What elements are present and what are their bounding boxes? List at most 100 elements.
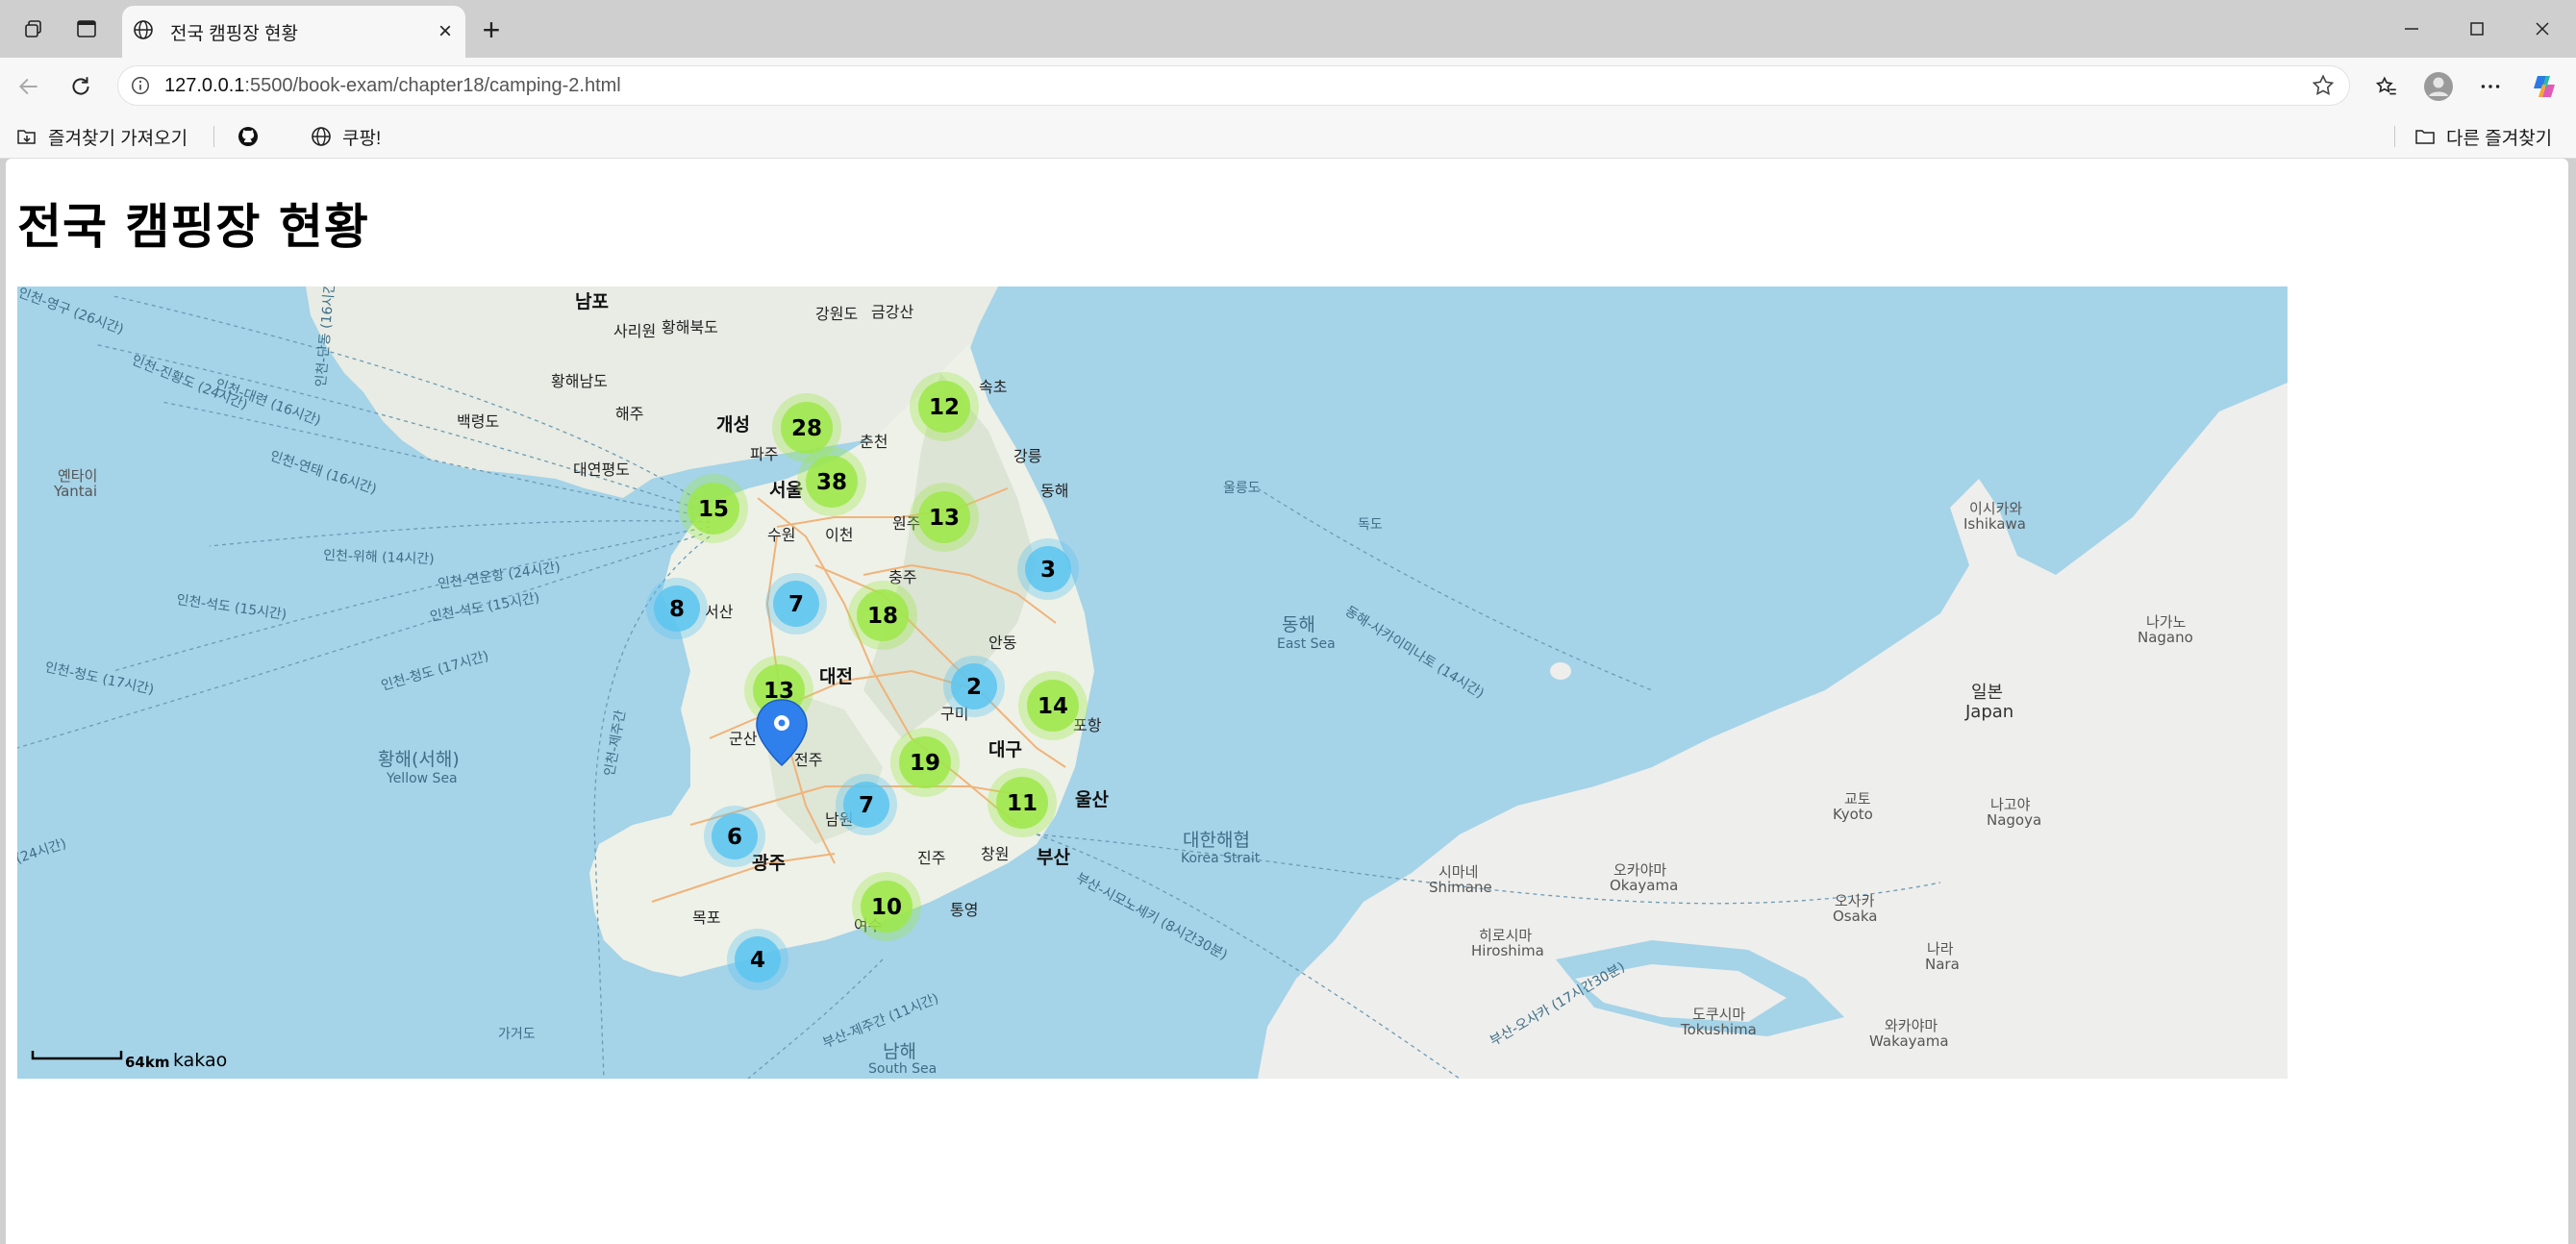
refresh-icon[interactable] [62,67,100,106]
globe-icon [132,18,155,46]
bookmarks-bar [0,115,2576,159]
label-korea-strait: 대한해협 [1183,830,1250,851]
cluster-marker[interactable]: 8 [646,578,708,639]
label-route: 인천-영구 (26시간) [17,286,126,337]
workspaces-icon[interactable] [17,0,52,58]
cluster-count: 3 [1040,558,1056,583]
favorites-icon[interactable] [2367,67,2406,106]
label-hiroshima-en: Hiroshima [1471,942,1544,959]
label-route: (24시간) [17,836,68,867]
label-route: 동해-사카이미나토 (14시간) [1342,604,1487,702]
cluster-marker[interactable]: 2 [943,656,1005,717]
bookmark-coupang[interactable]: 쿠팡! [310,120,381,153]
label-route: 인천-제주간 [602,709,629,777]
bookmark-divider [213,126,214,147]
cluster-count: 28 [791,416,822,441]
cluster-count: 14 [1038,694,1068,719]
minimize-icon[interactable] [2394,0,2429,58]
vertical-tabs-icon[interactable] [69,0,104,58]
label-ulsan: 울산 [1075,789,1109,810]
cluster-marker[interactable]: 11 [988,768,1057,837]
label-okayama-en: Okayama [1610,877,1678,894]
map-canvas[interactable]: 동해 East Sea 황해(서해) Yellow Sea 대한해협 Korea… [17,286,2288,1079]
map-scale-label: 64km [125,1054,169,1071]
cluster-count: 7 [859,793,874,818]
favorite-star-icon[interactable] [2311,73,2336,103]
copilot-icon[interactable] [2525,67,2563,106]
label-busan: 부산 [1037,847,1070,868]
cluster-marker[interactable]: 10 [852,872,921,941]
label-kaesong: 개성 [716,414,750,435]
cluster-count: 7 [788,592,804,617]
map-scale: 64km [31,1051,169,1071]
cluster-marker[interactable]: 12 [910,372,979,441]
label-wakayama-en: Wakayama [1869,1033,1949,1050]
url-text: 127.0.0.1:5500/book-exam/chapter18/campi… [164,75,621,96]
back-icon[interactable] [10,67,48,106]
label-yellow-sea-en: Yellow Sea [386,771,458,786]
site-info-icon[interactable] [130,75,151,101]
cluster-count: 4 [750,948,765,973]
label-route: 인천-청도 (17시간) [43,659,155,698]
cluster-marker[interactable]: 19 [890,728,960,797]
import-favorites-icon [17,130,36,144]
cluster-marker[interactable]: 4 [727,929,788,990]
label-donghae: 동해 [1040,482,1068,500]
label-route: 인천-연태 (16시간) [268,449,379,498]
cluster-marker[interactable]: 14 [1018,671,1088,740]
label-route: 인천-석도 (15시간) [429,590,541,625]
cluster-marker[interactable]: 13 [910,483,979,552]
cluster-count: 19 [910,751,940,776]
label-route: 인천-청도 (17시간) [380,649,490,694]
label-paju: 파주 [750,445,778,463]
label-jeonju: 전주 [794,751,822,769]
label-nagano-en: Nagano [2138,629,2193,646]
cluster-marker[interactable]: 3 [1017,538,1079,600]
label-haeju: 해주 [615,405,643,423]
profile-avatar-icon[interactable] [2419,67,2458,106]
new-tab-icon[interactable]: + [475,12,508,47]
label-east-sea: 동해 [1282,614,1315,635]
close-tab-icon[interactable]: × [433,18,458,44]
address-bar[interactable]: 127.0.0.1:5500/book-exam/chapter18/campi… [117,65,2350,106]
globe-icon [312,127,331,146]
label-korea-strait-en: Korea Strait [1181,851,1261,866]
bookmark-import[interactable]: 즐겨찾기 가져오기 [15,120,188,153]
cluster-marker[interactable]: 38 [797,447,866,516]
label-chuncheon: 춘천 [860,433,888,451]
label-route: 인천-연운항 (24시간) [437,560,561,592]
cluster-marker[interactable]: 7 [836,774,897,835]
cluster-marker[interactable]: 6 [704,806,765,867]
bookmark-other-label: 다른 즐겨찾기 [2446,128,2553,149]
label-yantai-en: Yantai [53,483,97,500]
bookmark-github[interactable] [237,120,260,153]
label-ishikawa-en: Ishikawa [1963,515,2026,533]
cluster-count: 12 [929,395,960,420]
cluster-marker[interactable]: 18 [848,581,917,650]
maximize-icon[interactable] [2460,0,2494,58]
cluster-marker[interactable]: 7 [765,573,827,634]
island-ulleungdo [1550,662,1571,680]
label-japan: 일본 [1971,683,2003,703]
label-seosan: 서산 [705,603,734,621]
close-window-icon[interactable] [2525,0,2560,58]
folder-icon [2415,130,2435,144]
label-route: 인천-위해 (14시간) [323,548,435,567]
label-suwon: 수원 [767,526,795,544]
label-yellow-sea: 황해(서해) [378,749,460,770]
label-baengnyeongdo: 백령도 [457,412,499,431]
bookmark-coupang-label: 쿠팡! [342,128,382,149]
tab-active[interactable]: 전국 캠핑장 현황 × [122,6,465,58]
label-icheon: 이천 [825,526,853,544]
label-geumgangsan: 금강산 [871,303,913,321]
kakao-map[interactable]: 동해 East Sea 황해(서해) Yellow Sea 대한해협 Korea… [17,286,2288,1079]
cluster-marker[interactable]: 15 [679,474,748,543]
label-shimane-en: Shimane [1429,879,1492,896]
label-east-sea-en: East Sea [1277,636,1336,652]
bookmark-other-folder[interactable]: 다른 즐겨찾기 [2413,120,2552,153]
label-nampo: 남포 [575,291,609,312]
more-menu-icon[interactable] [2471,67,2510,106]
label-changwon: 창원 [981,845,1009,863]
label-andong: 안동 [988,634,1016,652]
label-route: 부산-제주간 (11시간) [821,991,941,1052]
